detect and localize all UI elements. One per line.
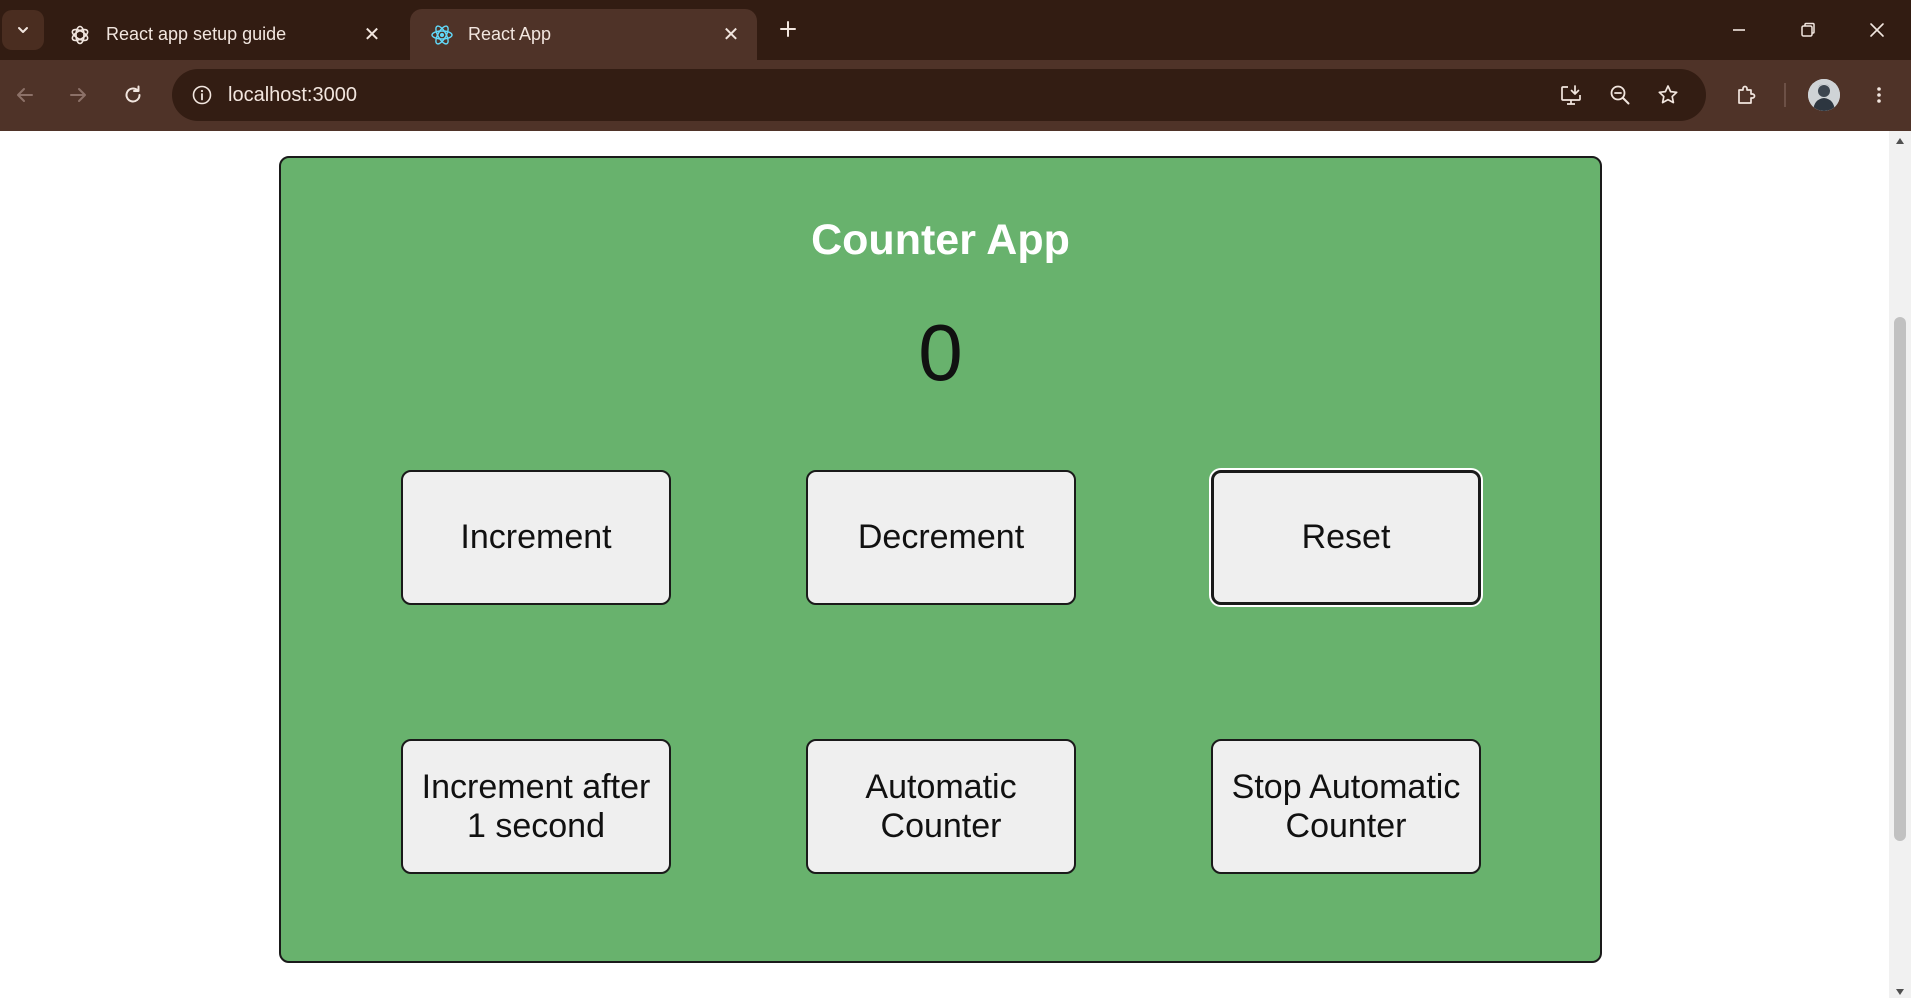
stop-automatic-counter-button[interactable]: Stop Automatic Counter (1211, 739, 1481, 874)
more-vertical-icon (1877, 87, 1881, 103)
star-icon (1658, 85, 1678, 104)
puzzle-icon (1738, 85, 1756, 104)
info-icon (192, 85, 212, 105)
close-tab-icon[interactable]: ✕ (360, 23, 384, 47)
restore-button[interactable] (1790, 12, 1826, 48)
close-tab-icon[interactable]: ✕ (719, 23, 743, 47)
scroll-down-arrow-icon[interactable] (1894, 986, 1906, 998)
openai-logo-icon (68, 23, 92, 47)
arrow-right-icon (70, 88, 86, 102)
chevron-down-icon (18, 27, 28, 33)
counter-value: 0 (918, 308, 963, 397)
increment-button-label: Increment (460, 518, 612, 556)
increment-button[interactable]: Increment (401, 470, 671, 605)
forward-button[interactable] (60, 77, 96, 113)
stop-automatic-counter-label: Stop Automatic Counter (1232, 768, 1461, 846)
increment-after-delay-button[interactable]: Increment after 1 second (401, 739, 671, 874)
back-button[interactable] (7, 77, 43, 113)
profile-avatar[interactable] (1808, 79, 1840, 111)
zoom-button[interactable] (1602, 77, 1638, 113)
stop-automatic-counter-label-line2: Counter (1285, 806, 1407, 845)
new-tab-button[interactable] (773, 14, 803, 44)
tab-label: React App (468, 24, 552, 44)
install-app-button[interactable] (1553, 77, 1589, 113)
automatic-counter-label-line1: Automatic (865, 767, 1017, 806)
arrow-left-icon (17, 88, 33, 102)
minimize-button[interactable] (1721, 12, 1757, 48)
tab-react-app[interactable]: React App ✕ (410, 9, 757, 60)
url-text[interactable]: localhost:3000 (228, 69, 357, 121)
tab-label: React app setup guide (106, 24, 287, 44)
automatic-counter-label-line2: Counter (880, 806, 1002, 845)
minimize-icon (1733, 29, 1745, 31)
vertical-scrollbar[interactable] (1889, 131, 1911, 998)
increment-delay-label-line2: 1 second (467, 806, 605, 845)
close-icon (1870, 23, 1884, 37)
tab-react-app-setup-guide[interactable]: React app setup guide ✕ (48, 9, 398, 60)
toolbar-divider (1784, 83, 1786, 107)
zoom-out-icon (1610, 85, 1630, 105)
stop-automatic-counter-label-line1: Stop Automatic (1231, 767, 1461, 806)
reset-button-label: Reset (1301, 518, 1391, 556)
increment-delay-label-line1: Increment after (421, 767, 651, 806)
tab-strip: React app setup guide ✕ React App ✕ (0, 0, 1911, 60)
tab-search-button[interactable] (2, 10, 44, 50)
profile-icon (1808, 79, 1840, 111)
reload-icon (125, 85, 141, 103)
counter-card: Counter App 0 Increment Decrement Reset … (279, 156, 1602, 963)
plus-icon (780, 21, 796, 37)
install-app-icon (1561, 85, 1581, 105)
automatic-counter-label: Automatic Counter (865, 768, 1016, 846)
close-window-button[interactable] (1859, 12, 1895, 48)
address-bar[interactable]: localhost:3000 (172, 69, 1706, 121)
increment-delay-label: Increment after 1 second (422, 768, 651, 846)
decrement-button-label: Decrement (857, 518, 1025, 556)
bookmark-button[interactable] (1650, 77, 1686, 113)
reload-button[interactable] (115, 77, 151, 113)
browser-toolbar: localhost:3000 (0, 60, 1911, 131)
scrollbar-thumb[interactable] (1894, 317, 1906, 841)
react-logo-icon (430, 23, 454, 47)
decrement-button[interactable]: Decrement (806, 470, 1076, 605)
restore-icon (1801, 22, 1815, 37)
automatic-counter-button[interactable]: Automatic Counter (806, 739, 1076, 874)
browser-menu-button[interactable] (1861, 77, 1897, 113)
scroll-up-arrow-icon[interactable] (1894, 135, 1906, 147)
reset-button[interactable]: Reset (1211, 470, 1481, 605)
page-title: Counter App (811, 216, 1070, 264)
site-info-button[interactable] (184, 77, 220, 113)
extensions-button[interactable] (1728, 77, 1764, 113)
